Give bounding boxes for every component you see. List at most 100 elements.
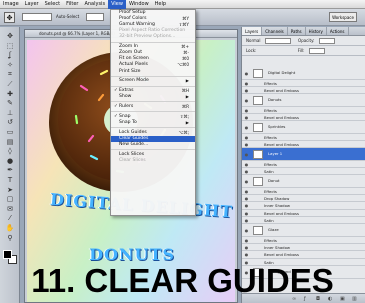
move-tool-icon[interactable]: ✥ — [4, 32, 16, 41]
layer-row[interactable]: ● Donut — [242, 175, 365, 188]
layer-effect-row[interactable]: ● Inner Shadow — [242, 244, 365, 252]
menu-layer[interactable]: Layer — [22, 0, 42, 9]
layer-effect-row[interactable]: ● Drop Shadow — [242, 195, 365, 203]
eye-icon[interactable]: ● — [244, 211, 249, 216]
layer-effect-row[interactable]: ● Bevel and Emboss — [242, 141, 365, 149]
eye-icon[interactable]: ● — [244, 142, 249, 147]
clone-stamp-icon[interactable]: ⊥ — [4, 109, 16, 118]
tab-channels[interactable]: Channels — [262, 27, 288, 35]
layer-effect-row[interactable]: ● Effects — [242, 134, 365, 141]
menu-select[interactable]: Select — [42, 0, 63, 9]
type-tool-icon[interactable]: T — [4, 176, 16, 185]
eye-icon[interactable]: ● — [244, 169, 249, 174]
eye-icon[interactable]: ● — [244, 152, 249, 157]
layer-name: Satin — [264, 169, 274, 175]
eye-icon[interactable]: ● — [244, 81, 249, 86]
blend-mode-box[interactable] — [264, 38, 291, 44]
dodge-tool-icon[interactable]: ● — [4, 157, 16, 166]
zoom-tool-icon[interactable]: ⚲ — [4, 234, 16, 243]
eye-icon[interactable]: ● — [244, 115, 249, 120]
menu-item-label: Show — [119, 94, 132, 100]
brush-tool-icon[interactable]: ✎ — [4, 99, 16, 108]
eye-icon[interactable]: ● — [244, 125, 249, 130]
eye-icon[interactable]: ● — [244, 252, 249, 257]
gradient-tool-icon[interactable]: ▤ — [4, 138, 16, 147]
eye-icon[interactable]: ● — [244, 238, 249, 243]
tab-actions[interactable]: Actions — [327, 27, 349, 35]
options-field-2[interactable] — [86, 13, 104, 21]
tab-layers[interactable]: Layers — [242, 27, 263, 35]
move-icon[interactable]: ✥ — [4, 12, 15, 23]
eye-icon[interactable]: ● — [244, 228, 249, 233]
menu-window[interactable]: Window — [126, 0, 152, 9]
blend-mode-select[interactable]: Normal — [246, 38, 260, 43]
eye-icon[interactable]: ● — [244, 179, 249, 184]
hand-tool-icon[interactable]: ✋ — [4, 224, 16, 233]
menu-item-show[interactable]: Show ▶ — [111, 94, 195, 100]
layer-effect-row[interactable]: ● Effects — [242, 188, 365, 196]
tab-history[interactable]: History — [306, 27, 327, 35]
layer-effect-row[interactable]: ● Effects — [242, 80, 365, 87]
opacity-label: Opacity: — [298, 38, 315, 43]
layer-effect-row[interactable]: ● Effects — [242, 237, 365, 245]
eye-icon[interactable]: ● — [244, 71, 249, 76]
menu-item-screen-mode[interactable]: Screen Mode ▶ — [111, 78, 195, 84]
eyedropper-icon[interactable]: ⁄ — [4, 214, 16, 223]
layer-effect-row[interactable]: ● Satin — [242, 168, 365, 176]
shape-tool-icon[interactable]: ▢ — [4, 195, 16, 204]
tab-paths[interactable]: Paths — [288, 27, 306, 35]
magic-wand-icon[interactable]: ✧ — [4, 61, 16, 70]
layer-row[interactable]: ● Digital Delight — [242, 67, 365, 80]
eye-icon[interactable]: ● — [244, 218, 249, 223]
menu-image[interactable]: Image — [0, 0, 22, 9]
options-field[interactable] — [22, 13, 52, 21]
layer-effect-row[interactable]: ● Bevel and Emboss — [242, 87, 365, 95]
eye-icon[interactable]: ● — [244, 196, 249, 201]
menu-item-label: Snap — [119, 113, 131, 119]
eraser-tool-icon[interactable]: ▭ — [4, 128, 16, 137]
eye-icon[interactable]: ● — [244, 98, 249, 103]
menu-item-32-bit-preview-options[interactable]: 32-bit Preview Options... — [111, 34, 195, 40]
menu-help[interactable]: Help — [152, 0, 169, 9]
layer-row[interactable]: ● Sprinkles — [242, 121, 365, 134]
blur-tool-icon[interactable]: ◊ — [4, 147, 16, 156]
eye-icon[interactable]: ● — [244, 203, 249, 208]
menu-item-clear-slices[interactable]: Clear Slices — [111, 158, 195, 164]
eye-icon[interactable]: ● — [244, 108, 249, 113]
eye-icon[interactable]: ● — [244, 245, 249, 250]
layer-row[interactable]: ● Layer 1 — [242, 148, 365, 161]
layer-name: Effects — [264, 80, 277, 86]
healing-brush-icon[interactable]: ✚ — [4, 90, 16, 99]
crop-tool-icon[interactable]: ⌗ — [4, 70, 16, 79]
path-select-icon[interactable]: ➤ — [4, 186, 16, 195]
slice-tool-icon[interactable]: ⟋ — [4, 80, 16, 89]
layer-row[interactable]: ● Donuts — [242, 94, 365, 107]
lasso-tool-icon[interactable]: ʆ — [4, 51, 16, 60]
pen-tool-icon[interactable]: ✒ — [4, 166, 16, 175]
fill-field[interactable] — [308, 48, 325, 54]
opacity-field[interactable] — [318, 38, 335, 44]
menu-view[interactable]: View — [108, 0, 126, 9]
menu-item-shortcut: ▶ — [185, 94, 189, 100]
layer-effect-row[interactable]: ● Effects — [242, 161, 365, 169]
menu-item-new-guide[interactable]: New Guide... — [111, 142, 195, 148]
eye-icon[interactable]: ● — [244, 135, 249, 140]
layer-row[interactable]: ● Glaze — [242, 224, 365, 237]
eye-icon[interactable]: ● — [244, 88, 249, 93]
layer-effect-row[interactable]: ● Bevel and Emboss — [242, 114, 365, 122]
layer-effect-row[interactable]: ● Satin — [242, 217, 365, 225]
notes-tool-icon[interactable]: ✉ — [4, 205, 16, 214]
menu-item-rulers[interactable]: ✓ Rulers ⌘R — [111, 104, 195, 110]
workspace-button[interactable]: Workspace — [329, 12, 357, 22]
eye-icon[interactable]: ● — [244, 162, 249, 167]
eye-icon[interactable]: ● — [244, 189, 249, 194]
history-brush-icon[interactable]: ↺ — [4, 118, 16, 127]
menu-item-snap-to[interactable]: Snap To ▶ — [111, 120, 195, 126]
menu-filter[interactable]: Filter — [63, 0, 81, 9]
layer-effect-row[interactable]: ● Bevel and Emboss — [242, 210, 365, 218]
layer-effect-row[interactable]: ● Inner Shadow — [242, 202, 365, 210]
menu-item-print-size[interactable]: Print Size — [111, 69, 195, 75]
menu-analysis[interactable]: Analysis — [81, 0, 108, 9]
marquee-tool-icon[interactable]: ⬚ — [4, 42, 16, 51]
layer-effect-row[interactable]: ● Effects — [242, 107, 365, 114]
